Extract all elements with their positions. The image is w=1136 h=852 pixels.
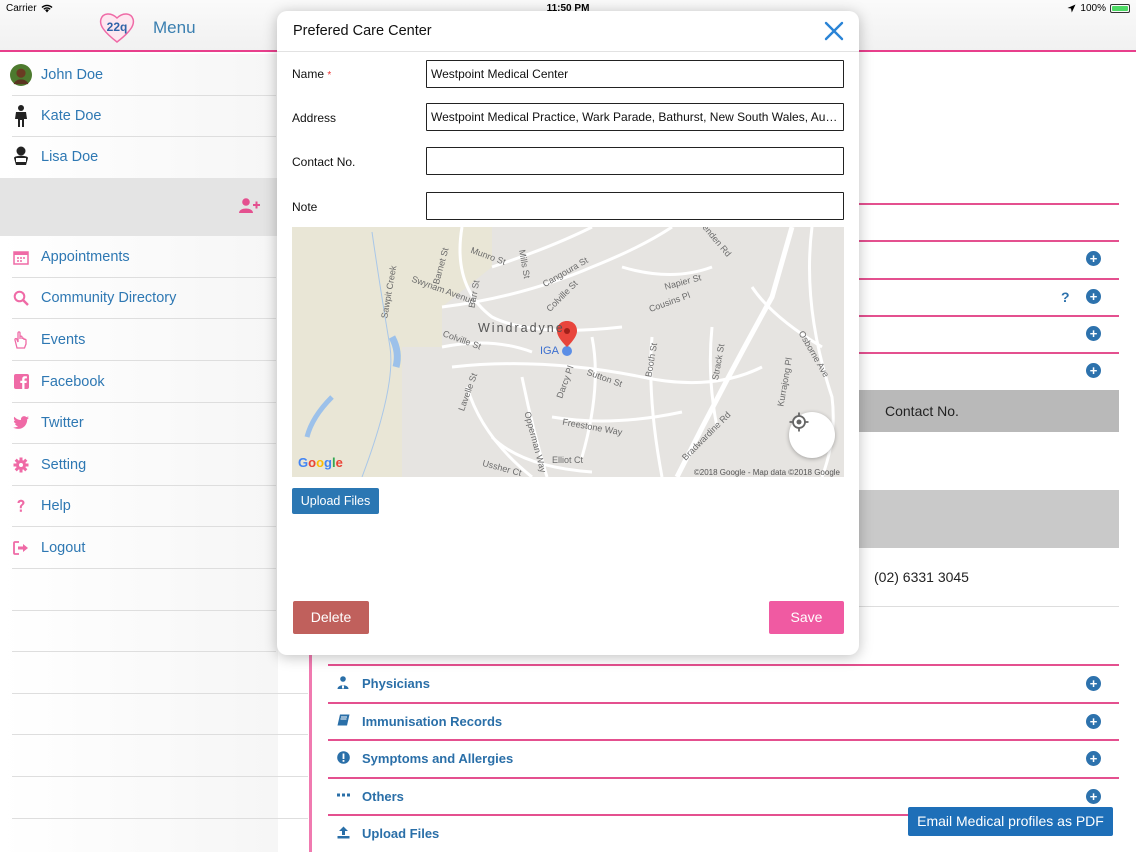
logo-text: 22q bbox=[107, 20, 128, 34]
menu-item-label: Help bbox=[41, 497, 71, 514]
map-area-label: Windradyne bbox=[478, 321, 565, 335]
menu-item-label: Events bbox=[41, 331, 86, 348]
add-profile-bar bbox=[0, 178, 278, 236]
menu-item-facebook[interactable]: Facebook bbox=[0, 361, 278, 402]
twitter-icon bbox=[10, 412, 32, 434]
menu-title: Menu bbox=[153, 18, 196, 37]
crosshair-icon bbox=[789, 412, 809, 432]
expand-plus-button[interactable]: + bbox=[1086, 676, 1101, 691]
upload-icon bbox=[336, 825, 350, 839]
question-icon bbox=[10, 495, 32, 517]
expand-plus-button[interactable]: + bbox=[1086, 326, 1101, 341]
expand-plus-button[interactable]: + bbox=[1086, 251, 1101, 266]
menu-item-setting[interactable]: Setting bbox=[0, 444, 278, 485]
section-symptoms-allergies[interactable]: Symptoms and Allergies + bbox=[328, 740, 1119, 776]
contact-column-header: Contact No. bbox=[858, 390, 1119, 432]
sidebar: John Doe Kate Doe Lisa Doe Appointments … bbox=[0, 54, 308, 852]
expand-plus-button[interactable]: + bbox=[1086, 714, 1101, 729]
dialog-title: Prefered Care Center bbox=[293, 23, 432, 39]
address-label: Address bbox=[292, 111, 337, 125]
menu-item-label: Facebook bbox=[41, 373, 105, 390]
upload-files-button[interactable]: Upload Files bbox=[292, 488, 379, 514]
alert-icon bbox=[336, 750, 350, 764]
save-button[interactable]: Save bbox=[769, 601, 844, 634]
menu-item-community-directory[interactable]: Community Directory bbox=[0, 277, 278, 318]
profile-item-john[interactable]: John Doe bbox=[0, 54, 278, 95]
baby-icon bbox=[10, 146, 32, 168]
map-place-label: IGA bbox=[540, 345, 559, 357]
menu-item-events[interactable]: Events bbox=[0, 319, 278, 360]
menu-item-label: Logout bbox=[41, 539, 86, 556]
profile-item-kate[interactable]: Kate Doe bbox=[0, 95, 278, 136]
google-logo: Google bbox=[298, 455, 343, 470]
name-field[interactable] bbox=[426, 60, 844, 88]
contact-number-value: (02) 6331 3045 bbox=[874, 569, 969, 585]
section-immunisation-records[interactable]: Immunisation Records + bbox=[328, 703, 1119, 739]
avatar bbox=[10, 63, 32, 86]
menu-item-label: Setting bbox=[41, 456, 87, 473]
child-icon bbox=[10, 104, 32, 127]
menu-item-help[interactable]: Help bbox=[0, 485, 278, 526]
search-icon bbox=[10, 287, 32, 309]
doctor-icon bbox=[336, 675, 350, 689]
calendar-icon bbox=[10, 246, 32, 268]
location-arrow-icon bbox=[1067, 4, 1076, 13]
facebook-icon bbox=[10, 371, 32, 393]
profile-label: Lisa Doe bbox=[41, 148, 99, 165]
name-label: Name * bbox=[292, 67, 332, 81]
delete-button[interactable]: Delete bbox=[293, 601, 369, 634]
menu-item-label: Community Directory bbox=[41, 289, 177, 306]
menu-item-logout[interactable]: Logout bbox=[0, 527, 278, 568]
map-street-label: Elliot Ct bbox=[552, 455, 584, 465]
help-question-icon[interactable]: ? bbox=[1061, 289, 1070, 305]
profile-label: John Doe bbox=[41, 66, 104, 83]
contact-field[interactable] bbox=[426, 147, 844, 175]
section-physicians[interactable]: Physicians + bbox=[328, 665, 1119, 701]
logout-icon bbox=[10, 537, 32, 559]
contact-label: Contact No. bbox=[292, 155, 356, 169]
book-icon bbox=[336, 713, 350, 727]
gear-icon bbox=[10, 454, 32, 476]
close-icon[interactable] bbox=[823, 20, 845, 42]
profile-label: Kate Doe bbox=[41, 107, 102, 124]
profile-item-lisa[interactable]: Lisa Doe bbox=[0, 136, 278, 177]
hand-icon bbox=[10, 329, 32, 351]
menu-item-appointments[interactable]: Appointments bbox=[0, 236, 278, 277]
location-map[interactable]: Windradyne IGA Munro St Mills St Cangour… bbox=[292, 227, 844, 477]
menu-item-label: Appointments bbox=[41, 248, 130, 265]
battery-percent: 100% bbox=[1080, 3, 1106, 14]
note-label: Note bbox=[292, 200, 318, 214]
dialog-header: Prefered Care Center bbox=[277, 11, 859, 52]
menu-item-twitter[interactable]: Twitter bbox=[0, 402, 278, 443]
note-field[interactable] bbox=[426, 192, 844, 220]
address-field[interactable] bbox=[426, 103, 844, 131]
add-user-icon[interactable] bbox=[239, 198, 260, 219]
expand-plus-button[interactable]: + bbox=[1086, 751, 1101, 766]
grey-band bbox=[858, 490, 1119, 548]
expand-plus-button[interactable]: + bbox=[1086, 789, 1101, 804]
menu-item-label: Twitter bbox=[41, 414, 84, 431]
expand-plus-button[interactable]: + bbox=[1086, 289, 1101, 304]
battery-icon bbox=[1110, 4, 1130, 13]
care-center-dialog: Prefered Care Center Name * Address Cont… bbox=[277, 11, 859, 655]
email-pdf-button[interactable]: Email Medical profiles as PDF bbox=[908, 807, 1113, 836]
map-copyright: ©2018 Google - Map data ©2018 Google bbox=[693, 468, 840, 477]
ellipsis-icon bbox=[336, 788, 350, 802]
my-location-button[interactable] bbox=[789, 412, 835, 458]
expand-plus-button[interactable]: + bbox=[1086, 363, 1101, 378]
